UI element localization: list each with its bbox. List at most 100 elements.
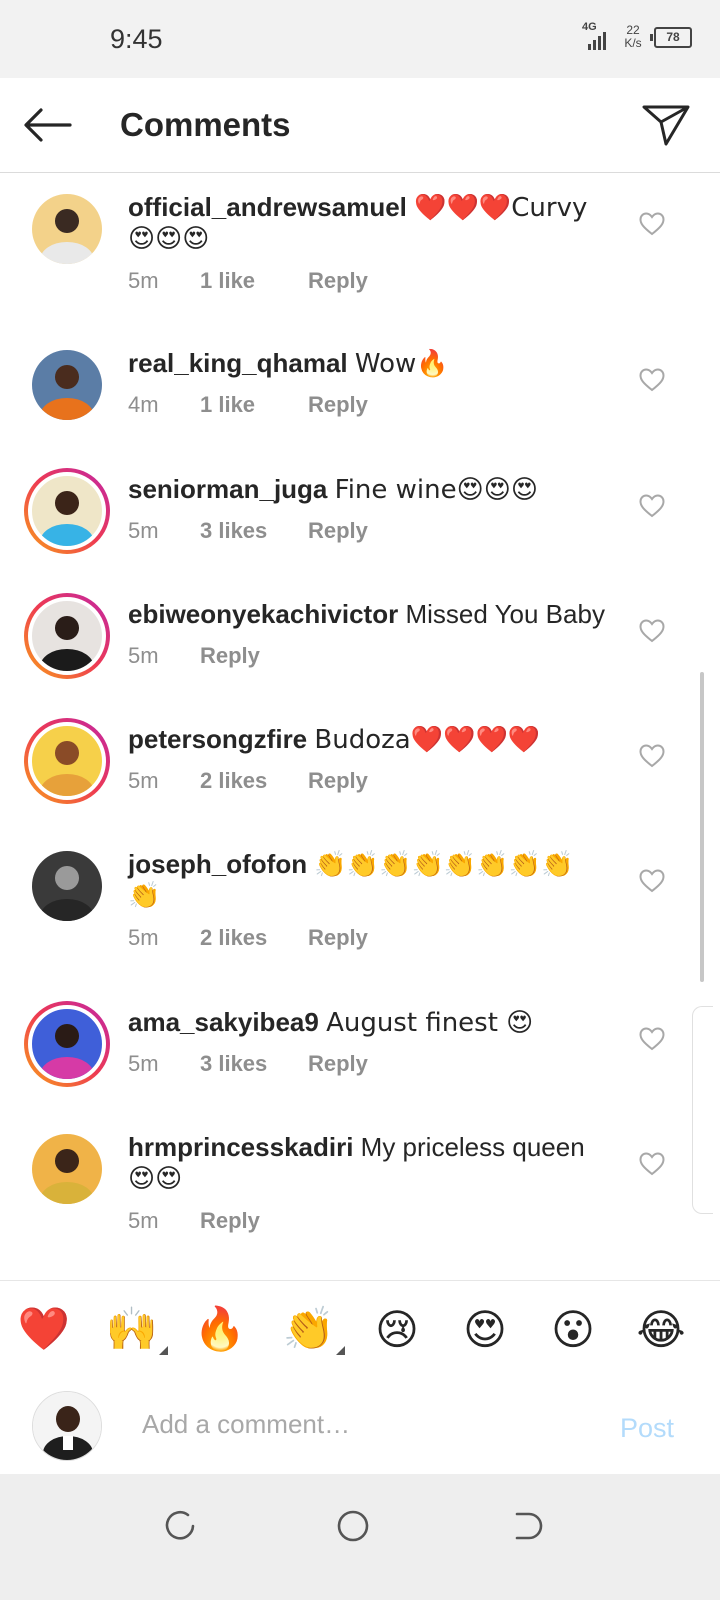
comment-body: ❤️❤️❤️Curvy: [414, 193, 588, 223]
crying-emoji-icon: 😢: [375, 1304, 419, 1354]
reaction-fire-button[interactable]: 🔥: [190, 1301, 250, 1357]
skin-tone-indicator: [336, 1346, 345, 1355]
reaction-crying-button[interactable]: 😢: [367, 1301, 427, 1357]
back-nav-button[interactable]: [502, 1502, 550, 1550]
reply-button[interactable]: Reply: [308, 392, 368, 418]
heart-outline-icon: [639, 1027, 665, 1051]
comment-item: hrmprincesskadiri My priceless queen 😍😍 …: [0, 1130, 706, 1260]
home-circle-icon: [337, 1510, 369, 1542]
like-button[interactable]: [636, 1023, 668, 1055]
share-button[interactable]: [640, 100, 692, 150]
comment-body: 👏👏👏👏👏👏👏👏: [314, 850, 574, 880]
back-button[interactable]: [18, 100, 76, 150]
avatar-story-ring[interactable]: [24, 1001, 110, 1087]
reply-button[interactable]: Reply: [200, 643, 260, 669]
heart-eyes-emoji-icon: 😍: [463, 1304, 507, 1354]
avatar[interactable]: [32, 851, 102, 921]
comment-body-continued: 👏: [128, 881, 161, 911]
comment-username[interactable]: ama_sakyibea9: [128, 1007, 319, 1037]
like-button[interactable]: [636, 490, 668, 522]
comment-item: ebiweonyekachivictor Missed You Baby 5m …: [0, 593, 706, 697]
comment-item: official_andrewsamuel ❤️❤️❤️Curvy 😍😍😍 5m…: [0, 190, 706, 320]
comment-body-continued: 😍😍😍: [128, 224, 210, 254]
comment-body: Missed You Baby: [405, 599, 605, 629]
clap-emoji-icon: 👏: [282, 1304, 336, 1353]
like-button[interactable]: [636, 1148, 668, 1180]
back-nav-icon: [515, 1512, 543, 1540]
heart-outline-icon: [639, 744, 665, 768]
comment-item: petersongzfire Budoza❤️❤️❤️❤️ 5m 2 likes…: [0, 718, 706, 822]
post-button[interactable]: Post: [620, 1413, 674, 1444]
reply-button[interactable]: Reply: [308, 268, 368, 294]
reaction-raised-hands-button[interactable]: 🙌: [102, 1301, 168, 1357]
reply-button[interactable]: Reply: [200, 1208, 260, 1234]
comment-composer: Post: [0, 1377, 720, 1473]
comment-input[interactable]: [140, 1403, 584, 1445]
avatar[interactable]: [32, 350, 102, 420]
like-button[interactable]: [636, 865, 668, 897]
comment-time: 5m: [128, 1208, 159, 1233]
comment-meta: 5m 3 likes Reply: [128, 518, 368, 544]
comment-likes[interactable]: 1 like: [200, 392, 308, 418]
avatar[interactable]: [32, 194, 102, 264]
surprised-emoji-icon: 😮: [551, 1304, 595, 1354]
edge-panel-handle[interactable]: [692, 1006, 713, 1214]
comment-body: Fine wine😍😍😍: [334, 475, 538, 505]
avatar[interactable]: [32, 1134, 102, 1204]
reply-button[interactable]: Reply: [308, 768, 368, 794]
comment-likes[interactable]: 3 likes: [200, 518, 308, 544]
like-button[interactable]: [636, 208, 668, 240]
comment-username[interactable]: joseph_ofofon: [128, 849, 307, 879]
recents-button[interactable]: [156, 1502, 204, 1550]
comment-text: ama_sakyibea9 August finest 😍: [128, 1005, 638, 1040]
comment-likes[interactable]: 2 likes: [200, 768, 308, 794]
comment-meta: 5m Reply: [128, 643, 260, 669]
comment-username[interactable]: petersongzfire: [128, 724, 307, 754]
paper-plane-icon: [642, 105, 690, 146]
home-button[interactable]: [329, 1502, 377, 1550]
avatar-story-ring[interactable]: [24, 468, 110, 554]
comment-item: real_king_qhamal Wow🔥 4m 1 like Reply: [0, 346, 706, 446]
fire-emoji-icon: 🔥: [193, 1304, 247, 1353]
comment-time: 4m: [128, 392, 159, 417]
status-icons: 4G 22 K/s 78: [582, 22, 692, 52]
comment-username[interactable]: seniorman_juga: [128, 474, 327, 504]
comment-text: real_king_qhamal Wow🔥: [128, 346, 638, 381]
reaction-surprised-button[interactable]: 😮: [543, 1301, 603, 1357]
avatar-story-ring[interactable]: [24, 593, 110, 679]
comment-likes[interactable]: 2 likes: [200, 925, 308, 951]
reaction-heart-button[interactable]: ❤️: [14, 1301, 74, 1357]
comment-text: official_andrewsamuel ❤️❤️❤️Curvy: [128, 190, 638, 225]
comment-text: ebiweonyekachivictor Missed You Baby: [128, 597, 638, 631]
status-bar: 9:45 4G 22 K/s 78: [0, 0, 720, 78]
comment-meta: 5m 3 likes Reply: [128, 1051, 368, 1077]
like-button[interactable]: [636, 364, 668, 396]
quick-reactions-bar: ❤️ 🙌 🔥 👏 😢 😍 😮 😂: [0, 1280, 720, 1378]
status-time: 9:45: [110, 24, 163, 54]
reply-button[interactable]: Reply: [308, 1051, 368, 1077]
like-button[interactable]: [636, 740, 668, 772]
comment-meta: 5m Reply: [128, 1208, 260, 1234]
comment-likes[interactable]: 1 like: [200, 268, 308, 294]
comment-likes[interactable]: 3 likes: [200, 1051, 308, 1077]
header: Comments: [0, 78, 720, 173]
reaction-heart-eyes-button[interactable]: 😍: [455, 1301, 515, 1357]
comment-username[interactable]: official_andrewsamuel: [128, 192, 407, 222]
avatar-story-ring[interactable]: [24, 718, 110, 804]
signal-icon: 4G: [582, 22, 612, 52]
reply-button[interactable]: Reply: [308, 925, 368, 951]
reaction-laughing-button[interactable]: 😂: [631, 1301, 691, 1357]
comment-body: Budoza❤️❤️❤️❤️: [314, 725, 541, 755]
system-nav-bar: [0, 1474, 720, 1600]
comment-username[interactable]: hrmprincesskadiri: [128, 1132, 353, 1162]
comment-time: 5m: [128, 268, 159, 293]
reply-button[interactable]: Reply: [308, 518, 368, 544]
comment-username[interactable]: ebiweonyekachivictor: [128, 599, 398, 629]
battery-icon: 78: [650, 26, 692, 48]
comment-username[interactable]: real_king_qhamal: [128, 348, 348, 378]
scrollbar[interactable]: [700, 672, 704, 982]
like-button[interactable]: [636, 615, 668, 647]
comment-item: joseph_ofofon 👏👏👏👏👏👏👏👏 👏 5m 2 likes Repl…: [0, 847, 706, 977]
network-speed: 22 K/s: [620, 24, 646, 50]
reaction-clap-button[interactable]: 👏: [279, 1301, 345, 1357]
